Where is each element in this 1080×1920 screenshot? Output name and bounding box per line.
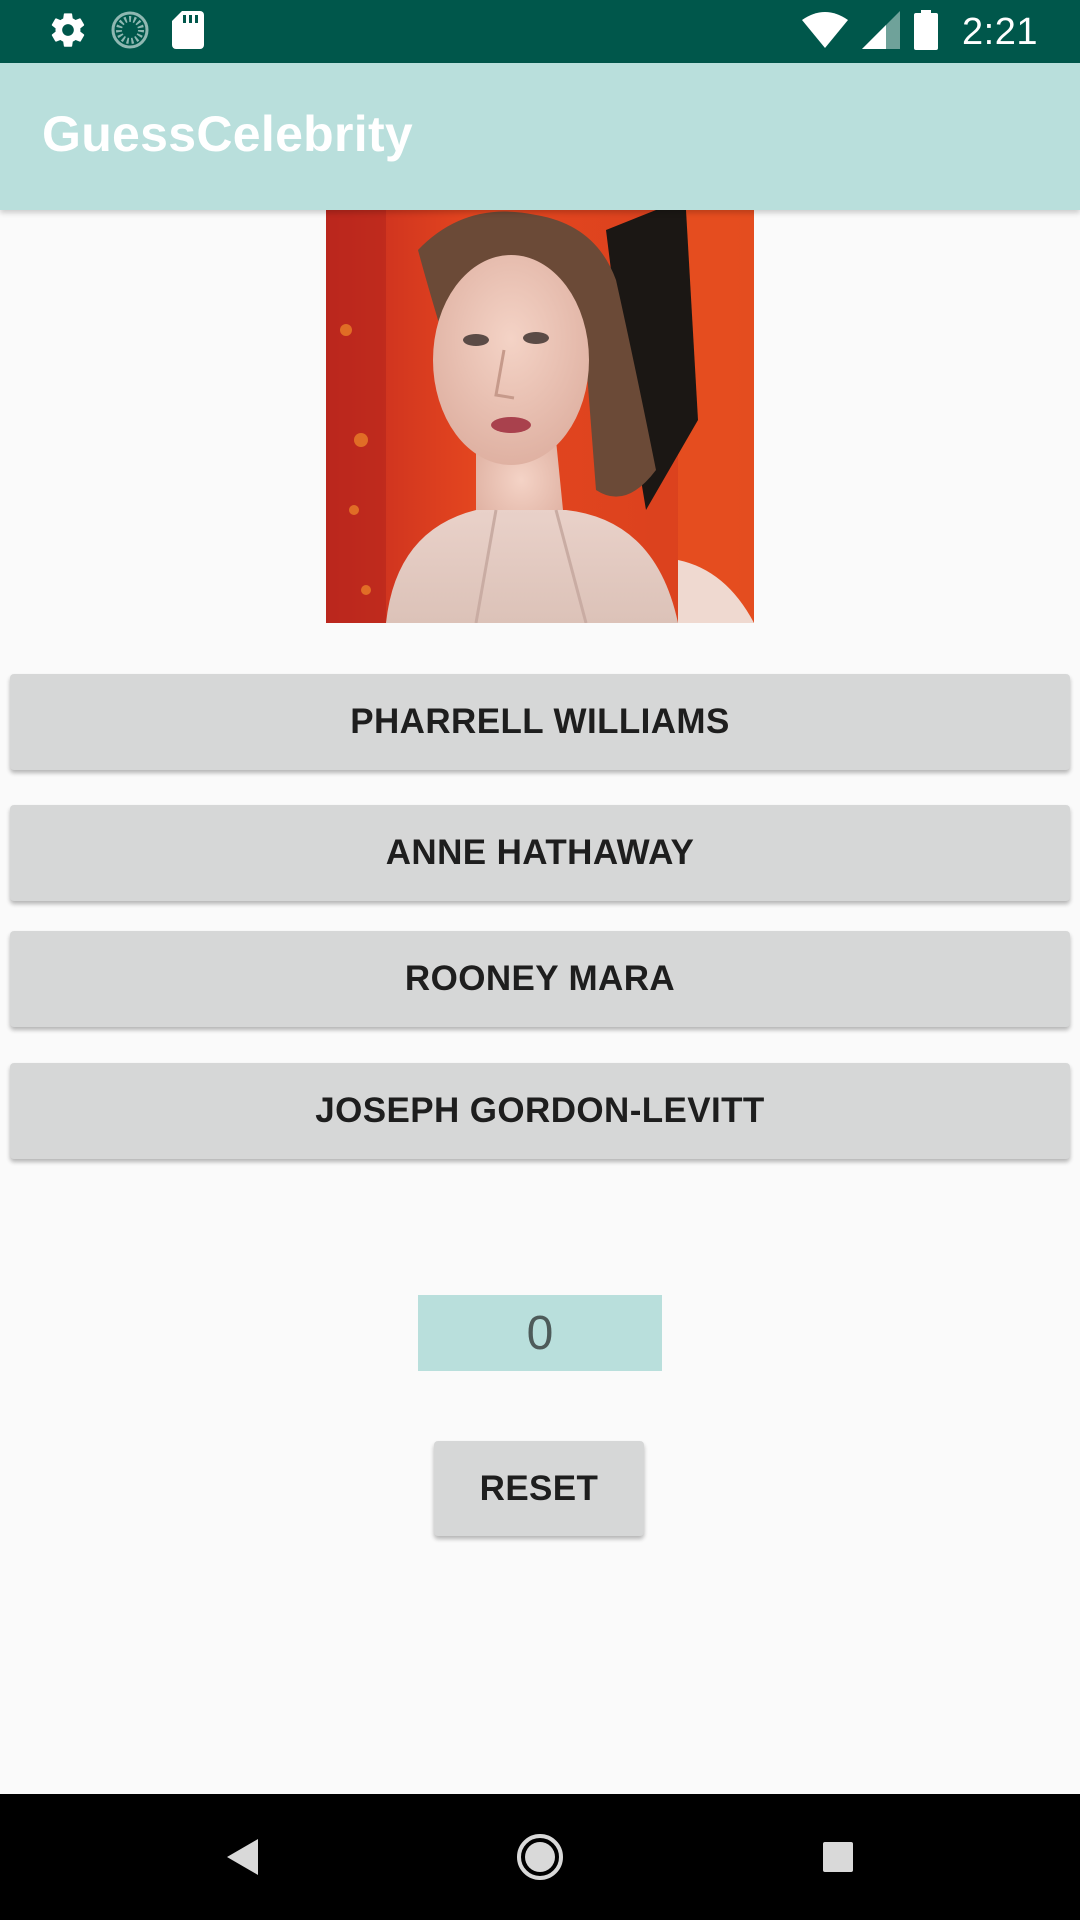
status-bar: 2:21 [0, 0, 1080, 63]
wifi-icon [802, 11, 849, 53]
reset-button[interactable]: RESET [434, 1441, 644, 1536]
sd-card-icon [172, 10, 204, 54]
answer-button-3[interactable]: ROONEY MARA [10, 931, 1070, 1027]
celebrity-photo [326, 210, 754, 623]
recents-icon[interactable] [808, 1827, 868, 1887]
app-title: GuessCelebrity [42, 106, 414, 162]
status-left-icons [48, 10, 204, 55]
battery-icon [914, 9, 939, 55]
settings-gear-icon [48, 10, 88, 55]
back-icon[interactable] [212, 1827, 272, 1887]
status-right-icons: 2:21 [802, 9, 1038, 55]
status-time: 2:21 [962, 10, 1038, 53]
answer-button-1[interactable]: PHARRELL WILLIAMS [10, 674, 1070, 770]
answer-button-2[interactable]: ANNE HATHAWAY [10, 805, 1070, 901]
score-display: 0 [418, 1295, 662, 1371]
answer-button-4[interactable]: JOSEPH GORDON-LEVITT [10, 1063, 1070, 1159]
cell-signal-icon [862, 10, 901, 54]
sync-progress-icon [110, 10, 150, 55]
home-icon[interactable] [510, 1827, 570, 1887]
navigation-bar [0, 1794, 1080, 1920]
app-bar: GuessCelebrity [0, 63, 1080, 210]
